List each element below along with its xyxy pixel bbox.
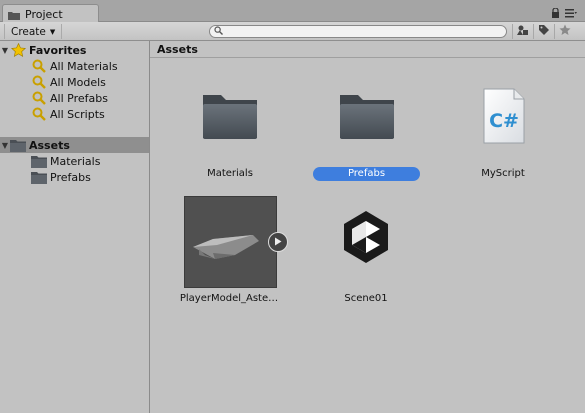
lock-icon[interactable] [551,8,560,18]
filter-by-label-button[interactable] [533,24,553,39]
search-icon [31,75,47,89]
project-tab[interactable]: Project [2,4,99,23]
favorite-item-label: All Models [50,75,106,89]
folder-icon [31,154,47,168]
folder-icon [8,10,20,20]
asset-label-selected: Prefabs [313,167,420,181]
project-toolbar: Create ▼ [0,22,585,41]
folder-label: Prefabs [50,170,91,184]
window-tab-bar: Project [0,0,585,23]
breadcrumb: Assets [150,41,585,58]
unity-logo-icon [336,207,396,270]
asset-item-materials[interactable]: Materials [190,86,270,186]
asset-label: PlayerModel_Aste… [179,293,279,304]
asset-label: Scene01 [344,293,388,304]
ship-model-icon [193,235,259,259]
asset-item-playermodel[interactable]: PlayerModel_Aste… [178,195,288,307]
favorite-item-all-models[interactable]: All Models [0,74,149,90]
filter-by-type-button[interactable] [512,24,532,39]
model-preview-thumbnail [184,196,277,288]
asset-item-myscript[interactable]: C# MyScript [463,86,543,186]
folder-label: Materials [50,154,101,168]
favorite-item-label: All Prefabs [50,91,108,105]
asset-label: Materials [207,168,253,179]
search-icon [31,59,47,73]
search-icon [31,91,47,105]
breadcrumb-assets[interactable]: Assets [157,43,198,56]
assets-root[interactable]: ▼ Assets [0,137,149,153]
assets-label: Assets [29,138,70,152]
favorite-item-all-prefabs[interactable]: All Prefabs [0,90,149,106]
menu-icon[interactable] [565,8,577,18]
favorites-header[interactable]: ▼ Favorites [0,42,149,58]
sidebar-folder-prefabs[interactable]: Prefabs [0,169,149,185]
expanded-arrow-icon[interactable]: ▼ [0,141,10,150]
create-label: Create [11,25,46,38]
folder-icon [10,138,26,152]
asset-item-prefabs[interactable]: Prefabs [313,86,421,186]
folder-icon [31,170,47,184]
search-input[interactable] [226,26,496,37]
play-preview-button[interactable] [268,232,288,252]
svg-text:C#: C# [489,110,519,132]
favorite-item-all-scripts[interactable]: All Scripts [0,106,149,122]
asset-item-scene01[interactable]: Scene01 [326,195,406,307]
favorite-item-label: All Materials [50,59,118,73]
expanded-arrow-icon[interactable]: ▼ [0,46,10,55]
sidebar-folder-materials[interactable]: Materials [0,153,149,169]
search-field[interactable] [209,25,507,38]
caret-down-icon: ▼ [49,27,56,36]
project-tree: ▼ Favorites All Materials All Models All… [0,41,150,413]
star-icon [559,24,571,39]
favorites-label: Favorites [29,43,87,57]
save-search-button[interactable] [554,24,574,39]
filter-by-type-icon [516,25,529,39]
asset-label: MyScript [481,168,525,179]
favorite-star-icon [10,43,26,57]
play-icon [274,236,282,249]
folder-icon [200,91,260,144]
tab-title: Project [25,7,63,21]
search-icon [214,25,223,38]
csharp-script-icon: C# [482,87,526,148]
create-dropdown[interactable]: Create ▼ [4,24,63,39]
favorite-item-all-materials[interactable]: All Materials [0,58,149,74]
favorite-item-label: All Scripts [50,107,105,121]
label-icon [538,24,550,39]
asset-browser: Assets Materials Prefabs C# MyScript Pla… [150,41,585,413]
folder-icon [337,91,397,144]
search-icon [31,107,47,121]
